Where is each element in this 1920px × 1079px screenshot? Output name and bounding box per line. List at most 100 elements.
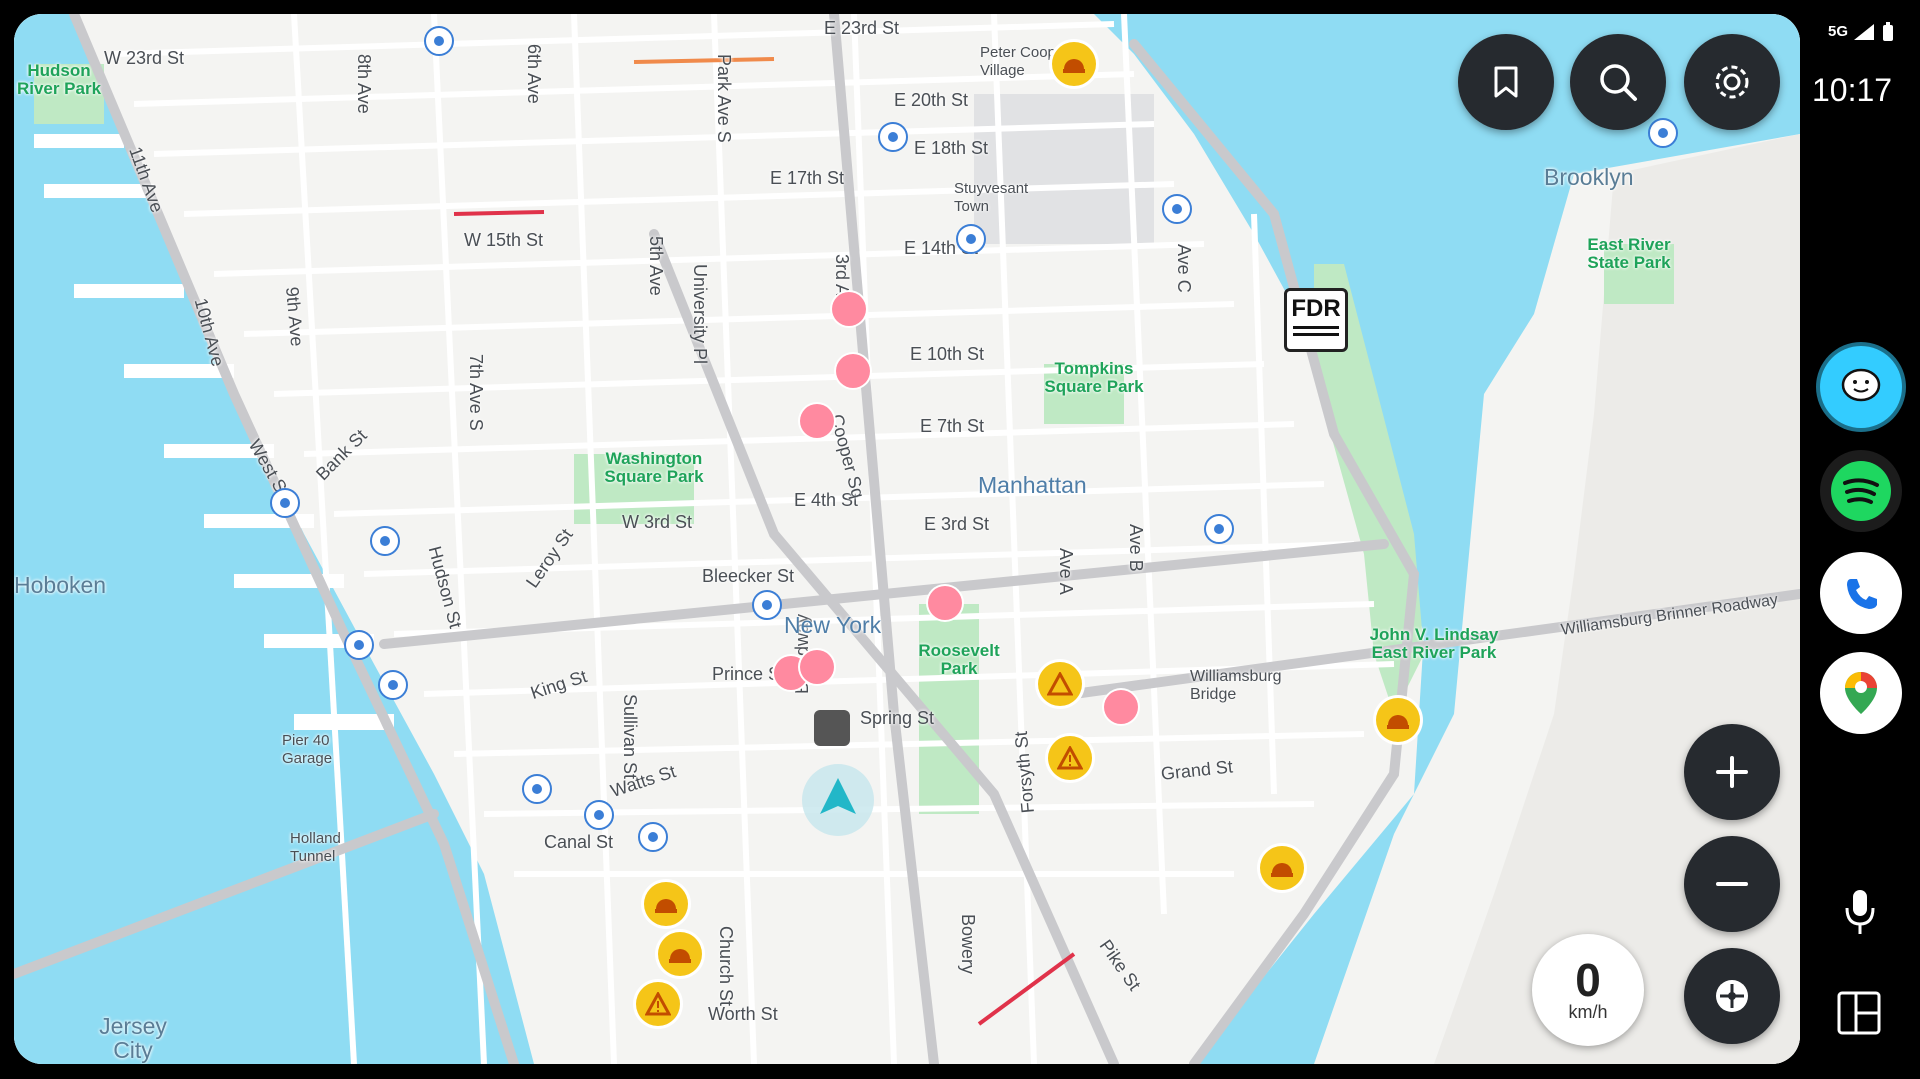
search-icon [1600, 64, 1637, 101]
battery-icon [1883, 22, 1894, 41]
street-label: Ave C [1174, 244, 1194, 293]
police-report-icon[interactable] [370, 526, 400, 556]
street-label: E 17th St [770, 168, 845, 188]
street-label: E 3rd St [924, 514, 990, 534]
network-type-label: 5G [1828, 22, 1849, 40]
street-label: Spring St [860, 708, 935, 728]
wazer-icon[interactable] [928, 586, 962, 620]
landmark-label: Pier 40 Garage [282, 732, 333, 767]
traffic-light-camera-icon[interactable] [752, 590, 782, 620]
police-report-icon[interactable] [584, 800, 614, 830]
microphone-icon [1845, 890, 1875, 934]
street-label: Sullivan St [620, 694, 640, 780]
street-label: 5th Ave [646, 236, 666, 296]
park-label: Tompkins Square Park [1044, 359, 1144, 396]
street-label: Church St [716, 926, 736, 1007]
street-label: E 23rd St [824, 18, 900, 38]
street-label: 6th Ave [524, 44, 544, 104]
construction-alert-icon[interactable] [1052, 42, 1096, 86]
speedometer: 0 km/h [1532, 934, 1644, 1046]
area-label-hoboken: Hoboken [14, 572, 107, 598]
google-maps-app-button[interactable] [1820, 652, 1902, 734]
street-label: University Pl [690, 264, 710, 365]
hazard-alert-icon[interactable] [636, 982, 680, 1026]
area-label-jersey-city: Jersey City [99, 1013, 167, 1063]
street-label: Bleecker St [702, 566, 795, 586]
hazard-alert-icon[interactable] [1048, 736, 1092, 780]
waze-app-button[interactable] [1820, 346, 1902, 428]
street-label: Park Ave S [714, 54, 734, 143]
police-report-icon[interactable] [1204, 514, 1234, 544]
bookmark-icon [1494, 66, 1518, 98]
dashboard-layout-icon [1837, 991, 1881, 1035]
street-label: E 20th St [894, 90, 969, 110]
network-indicator: 5G [1828, 22, 1894, 42]
construction-alert-icon[interactable] [658, 932, 702, 976]
zoom-out-button[interactable] [1684, 836, 1780, 932]
zoom-in-button[interactable] [1684, 724, 1780, 820]
wazer-icon[interactable] [800, 404, 834, 438]
search-button[interactable] [1570, 34, 1666, 130]
park-label: Roosevelt Park [918, 641, 1000, 678]
park-label: Washington Square Park [604, 449, 704, 486]
area-label-brooklyn: Brooklyn [1544, 164, 1634, 190]
construction-alert-icon[interactable] [1260, 846, 1304, 890]
speed-value: 0 [1575, 953, 1601, 1006]
area-label-manhattan: Manhattan [978, 472, 1087, 498]
map-pin-icon [1845, 672, 1877, 714]
voice-button[interactable] [1842, 886, 1878, 941]
police-report-icon[interactable] [522, 774, 552, 804]
street-label: E 7th St [920, 416, 985, 436]
park-label: Hudson River Park [16, 61, 102, 98]
street-label: Ave B [1126, 524, 1146, 572]
recenter-icon [1716, 980, 1748, 1012]
street-label: W 23rd St [104, 48, 185, 68]
street-label: 7th Ave S [466, 354, 486, 431]
wazer-icon[interactable] [1104, 690, 1138, 724]
police-report-icon[interactable] [638, 822, 668, 852]
wazer-icon[interactable] [836, 354, 870, 388]
app-launcher-button[interactable] [1836, 990, 1882, 1041]
street-label: W 3rd St [622, 512, 693, 532]
landmark-label: Holland Tunnel [290, 830, 341, 865]
street-label: E 18th St [914, 138, 989, 158]
construction-alert-icon[interactable] [1376, 698, 1420, 742]
wazer-icon[interactable] [800, 650, 834, 684]
police-report-icon[interactable] [270, 488, 300, 518]
area-label-stuyvesant-town: Stuyvesant Town [954, 180, 1029, 215]
spotify-icon [1831, 461, 1891, 521]
street-label: Ave A [1056, 548, 1076, 595]
police-report-icon[interactable] [344, 630, 374, 660]
police-report-icon[interactable] [424, 26, 454, 56]
street-label: W 15th St [464, 230, 544, 250]
bridge-label: Williamsburg Bridge [1190, 668, 1282, 703]
wazer-icon[interactable] [832, 292, 866, 326]
street-label: Worth St [708, 1004, 778, 1024]
traffic-light-camera-icon[interactable] [378, 670, 408, 700]
fdr-highway-shield: FDR [1284, 288, 1348, 352]
map-canvas[interactable] [14, 14, 1800, 1064]
spotify-app-button[interactable] [1820, 450, 1902, 532]
hazard-alert-icon[interactable] [1038, 662, 1082, 706]
saved-places-button[interactable] [1458, 34, 1554, 130]
street-label: Bowery [958, 914, 978, 975]
plus-icon [1716, 756, 1748, 788]
settings-button[interactable] [1684, 34, 1780, 130]
recenter-button[interactable] [1684, 948, 1780, 1044]
police-report-icon[interactable] [956, 224, 986, 254]
park-label: East River State Park [1587, 235, 1671, 272]
fdr-shield-label: FDR [1291, 295, 1341, 322]
area-label-new-york: New York [784, 612, 882, 638]
signal-icon [1854, 24, 1875, 40]
gear-icon [1715, 65, 1749, 99]
street-label: 8th Ave [354, 54, 374, 114]
police-report-icon[interactable] [1648, 118, 1678, 148]
phone-app-button[interactable] [1820, 552, 1902, 634]
construction-alert-icon[interactable] [644, 882, 688, 926]
map-view[interactable]: W 23rd St E 23rd St E 20th St E 18th St … [14, 14, 1800, 1064]
waze-icon [1841, 368, 1881, 402]
wazer-vehicle-icon[interactable] [814, 710, 850, 746]
minus-icon [1716, 882, 1748, 886]
police-report-icon[interactable] [1162, 194, 1192, 224]
police-report-icon[interactable] [878, 122, 908, 152]
